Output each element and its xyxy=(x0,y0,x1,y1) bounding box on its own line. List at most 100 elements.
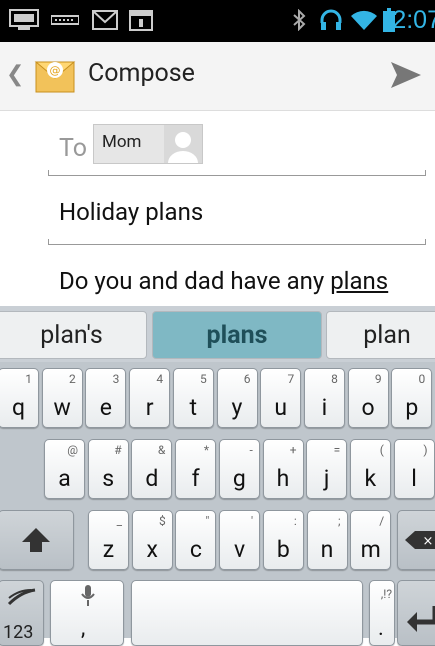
key-label: a xyxy=(58,465,71,492)
key-z[interactable]: _ z xyxy=(88,510,129,570)
send-icon[interactable] xyxy=(389,60,423,90)
key-hint: & xyxy=(157,443,166,457)
chevron-left-icon[interactable]: ❮ xyxy=(6,62,24,87)
key-label: c xyxy=(189,536,202,563)
key-label: g xyxy=(232,465,246,492)
key-hint: 3 xyxy=(112,372,120,386)
recipient-chip[interactable]: Mom xyxy=(93,124,203,164)
key-hint: @ xyxy=(67,443,78,457)
key-hint: 7 xyxy=(287,372,295,386)
key-hint: - xyxy=(249,443,253,457)
key-r[interactable]: 4r xyxy=(129,368,171,428)
key-hint: : xyxy=(293,514,297,528)
key-hint: = xyxy=(333,443,341,457)
key-hint: 1 xyxy=(25,372,32,386)
key-w[interactable]: 2w xyxy=(41,368,83,428)
backspace-key[interactable]: × xyxy=(397,510,435,570)
key-label: v xyxy=(234,536,246,563)
swipe-arrows-icon xyxy=(7,587,37,614)
shift-arrow-icon xyxy=(0,511,73,569)
key-x[interactable]: $ x xyxy=(131,510,173,570)
key-label: r xyxy=(145,394,154,421)
key-e[interactable]: 3e xyxy=(85,368,127,428)
key-label: b xyxy=(276,536,290,563)
key-g[interactable]: -g xyxy=(218,439,260,499)
key-label: h xyxy=(276,465,290,492)
key-label: w xyxy=(53,394,71,421)
key-o[interactable]: 9o xyxy=(347,368,389,428)
keyboard: × 123 , ,!? . ☺ 1q2w3e4r5t6y7u8i9o0p@a#s… xyxy=(0,362,435,646)
key-label: m xyxy=(360,536,381,563)
period-key[interactable]: ,!? . xyxy=(369,580,395,646)
key-f[interactable]: * f xyxy=(175,439,217,499)
key-label: k xyxy=(364,465,377,492)
key-m[interactable]: / m xyxy=(350,510,392,570)
comma-label: , xyxy=(81,616,86,641)
key-j[interactable]: = j xyxy=(306,439,348,499)
key-label: x xyxy=(146,536,158,563)
key-n[interactable]: ; n xyxy=(306,510,348,570)
key-hint: 6 xyxy=(243,372,251,386)
subject-field[interactable]: Holiday plans xyxy=(59,198,203,226)
status-bar: 2:07 xyxy=(0,0,435,42)
key-hint: + xyxy=(289,443,297,457)
suggestion-item-selected[interactable]: plans xyxy=(152,311,322,359)
body-current-word: plans xyxy=(330,267,389,295)
key-u[interactable]: 7u xyxy=(260,368,302,428)
microphone-icon xyxy=(81,585,95,613)
key-i[interactable]: 8i xyxy=(303,368,345,428)
status-time: 2:07 xyxy=(392,6,435,34)
key-label: l xyxy=(411,465,417,492)
key-c[interactable]: " c xyxy=(175,510,217,570)
key-hint: 2 xyxy=(68,372,76,386)
message-body-field[interactable]: Do you and dad have any plans xyxy=(59,267,388,295)
key-label: y xyxy=(231,394,243,421)
suggestion-strip: plan's plans plan xyxy=(0,306,435,362)
shift-key[interactable] xyxy=(0,510,74,570)
symbols-label: 123 xyxy=(3,622,34,643)
key-v[interactable]: ' v xyxy=(219,510,261,570)
key-y[interactable]: 6y xyxy=(216,368,258,428)
headphones-icon xyxy=(318,8,344,32)
key-hint: ( xyxy=(379,443,384,457)
key-d[interactable]: & d xyxy=(131,439,173,499)
key-label: t xyxy=(189,394,198,421)
keyboard-icon xyxy=(8,8,40,32)
key-hint: 5 xyxy=(200,372,207,386)
key-s[interactable]: # s xyxy=(87,439,129,499)
key-a[interactable]: @ a xyxy=(44,439,85,499)
key-label: i xyxy=(321,394,328,421)
key-b[interactable]: :b xyxy=(262,510,304,570)
key-label: o xyxy=(361,394,375,421)
space-key[interactable] xyxy=(131,580,363,646)
body-text: Do you and dad have any xyxy=(59,267,331,295)
symbols-key[interactable]: 123 xyxy=(0,580,44,646)
key-label: u xyxy=(274,394,288,421)
suggestion-item[interactable]: plan xyxy=(326,311,435,359)
key-l[interactable]: ) l xyxy=(393,439,435,499)
key-hint: " xyxy=(205,514,210,528)
enter-key[interactable]: ☺ xyxy=(397,580,435,646)
to-row[interactable]: To Mom xyxy=(0,110,435,180)
key-label: j xyxy=(323,465,330,492)
contact-avatar-icon xyxy=(164,125,202,163)
key-p[interactable]: 0p xyxy=(391,368,433,428)
suggestion-item[interactable]: plan's xyxy=(0,311,147,359)
key-h[interactable]: + h xyxy=(262,439,304,499)
bluetooth-icon xyxy=(291,8,307,32)
period-label: . xyxy=(378,616,384,641)
key-hint: # xyxy=(114,443,122,457)
email-app-icon[interactable]: @ xyxy=(33,54,77,98)
voicemail-icon xyxy=(50,8,80,32)
key-k[interactable]: (k xyxy=(349,439,391,499)
key-hint: / xyxy=(379,514,385,528)
to-field-divider xyxy=(48,170,426,176)
key-hint: 8 xyxy=(331,372,338,386)
key-label: n xyxy=(320,536,334,563)
comma-voice-key[interactable]: , xyxy=(50,580,124,646)
compose-title: Compose xyxy=(88,59,195,88)
key-t[interactable]: 5t xyxy=(172,368,214,428)
key-q[interactable]: 1q xyxy=(0,368,39,428)
to-label: To xyxy=(59,134,87,163)
key-label: z xyxy=(102,536,115,563)
